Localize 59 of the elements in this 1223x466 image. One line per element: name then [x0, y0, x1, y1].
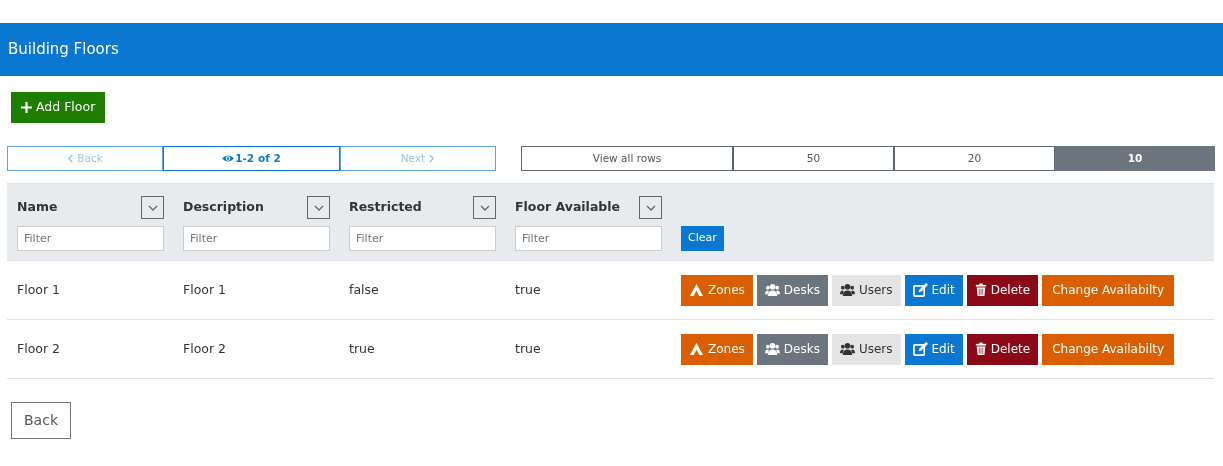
clear-button[interactable]: Clear [681, 226, 724, 251]
plus-icon [21, 102, 32, 113]
page-size-option[interactable]: View all rows [521, 146, 733, 171]
table-cell-text: false [349, 280, 380, 299]
table-cell-text: true [515, 339, 542, 358]
delete-button[interactable]: Delete [966, 333, 1039, 365]
page-size-option[interactable]: 50 [733, 146, 894, 171]
trash-icon [974, 283, 987, 297]
zones-button[interactable]: Zones [681, 333, 753, 365]
edit-button[interactable]: Edit [904, 333, 963, 365]
column-header: Floor Available [515, 198, 621, 217]
page-size-option[interactable]: 20 [894, 146, 1055, 171]
filter-field[interactable]: Filter [349, 226, 496, 251]
change-availability-button[interactable]: Change Availabilty [1042, 333, 1175, 365]
page-title: Building Floors [8, 39, 119, 61]
page-info: 1-2 of 2 [163, 146, 340, 171]
chevron-down-icon [479, 204, 490, 211]
table-cell-text: Floor 1 [17, 280, 62, 299]
users-icon [764, 342, 780, 356]
filter-field[interactable]: Filter [183, 226, 330, 251]
back-button[interactable]: Back [11, 402, 71, 439]
table-cell-text: true [349, 339, 376, 358]
chevron-down-icon [313, 204, 324, 211]
desks-button[interactable]: Desks [756, 333, 828, 365]
delete-button[interactable]: Delete [966, 274, 1039, 306]
table-cell-text: Floor 2 [183, 339, 228, 358]
edit-icon [912, 342, 928, 356]
tent-icon [689, 283, 704, 297]
users-icon [764, 283, 780, 297]
trash-icon [974, 342, 987, 356]
users-button[interactable]: Users [831, 333, 901, 365]
chevron-down-icon [147, 204, 158, 211]
chevron-left-icon [67, 154, 75, 163]
edit-icon [912, 283, 928, 297]
column-menu-button[interactable] [473, 196, 496, 219]
column-header: Restricted [349, 198, 422, 217]
table-cell-text: Floor 1 [183, 280, 228, 299]
filter-field[interactable]: Filter [515, 226, 662, 251]
users-icon [839, 342, 855, 356]
users-icon [839, 283, 855, 297]
change-availability-button[interactable]: Change Availabilty [1042, 274, 1175, 306]
eye-icon [222, 154, 235, 163]
column-header: Description [183, 198, 264, 217]
filter-field[interactable]: Filter [17, 226, 164, 251]
chevron-down-icon [645, 204, 656, 211]
users-button[interactable]: Users [831, 274, 901, 306]
edit-button[interactable]: Edit [904, 274, 963, 306]
chevron-right-icon [428, 154, 436, 163]
column-menu-button[interactable] [307, 196, 330, 219]
column-menu-button[interactable] [141, 196, 164, 219]
page-size-option[interactable]: 10 [1055, 146, 1215, 171]
table-cell-text: Floor 2 [17, 339, 62, 358]
column-menu-button[interactable] [639, 196, 662, 219]
column-header: Name [17, 198, 58, 217]
zones-button[interactable]: Zones [681, 274, 753, 306]
table-cell-text: true [515, 280, 542, 299]
add-floor-button[interactable]: Add Floor [11, 92, 106, 123]
tent-icon [689, 342, 704, 356]
desks-button[interactable]: Desks [756, 274, 828, 306]
